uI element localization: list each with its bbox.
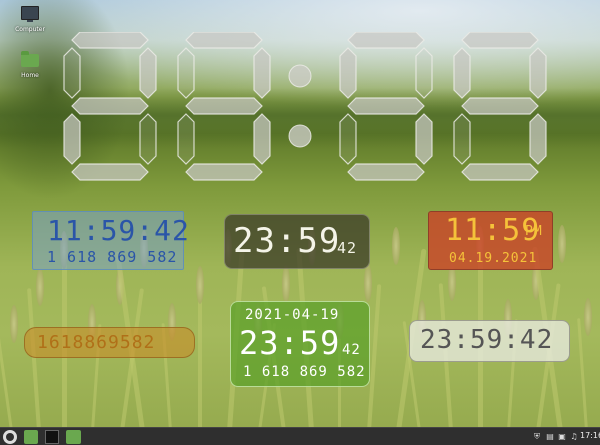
big-digit-3-seg-f — [453, 47, 471, 99]
big-digit-0-seg-b — [139, 47, 157, 99]
wheat-ear — [282, 265, 290, 303]
network-icon[interactable]: ▣ — [557, 431, 567, 442]
wheat-ear — [10, 305, 18, 343]
big-digit-0-seg-d — [71, 163, 149, 181]
taskbar: ⛨ ▤ ▣ ♫ 17:16 — [0, 427, 600, 445]
big-digit-3-seg-a — [461, 31, 539, 49]
desktop-icon-label: Computer — [15, 26, 45, 33]
menu-icon[interactable] — [3, 430, 17, 444]
desktop-wallpaper: Computer Home 11:59:42 1 618 869 582 23:… — [0, 0, 600, 445]
big-digit-2-seg-d — [347, 163, 425, 181]
big-clock-digits — [63, 31, 547, 181]
wheat-ear — [196, 266, 204, 304]
wheat-ear — [558, 225, 566, 263]
big-digit-0-seg-g — [71, 97, 149, 115]
green-clock-widget[interactable]: 2021-04-19 23:59 42 1 618 869 582 — [230, 301, 370, 387]
big-digit-3-seg-c — [529, 113, 547, 165]
green-time: 23:59 — [239, 324, 341, 362]
green-timestamp: 1 618 869 582 — [243, 364, 366, 380]
volume-icon[interactable]: ♫ — [569, 431, 579, 442]
wheat-ear — [36, 268, 44, 306]
big-digit-0-seg-c — [139, 113, 157, 165]
big-colon-dot-0 — [288, 64, 312, 88]
red-clock-widget[interactable]: 11:59 PM 04.19.2021 — [428, 211, 553, 270]
files-icon[interactable] — [66, 430, 81, 444]
taskbar-clock[interactable]: 17:16 — [580, 431, 600, 440]
big-digit-2-seg-e — [339, 113, 357, 165]
green-date: 2021-04-19 — [245, 307, 340, 323]
show-desktop-icon[interactable] — [24, 430, 38, 444]
big-colon-dot-1 — [288, 124, 312, 148]
red-date: 04.19.2021 — [449, 251, 538, 266]
terminal-icon[interactable] — [45, 430, 59, 444]
wheat-stalk — [438, 283, 454, 445]
big-digit-1-seg-g — [185, 97, 263, 115]
wheat-ear — [584, 298, 592, 336]
big-digit-2-seg-g — [347, 97, 425, 115]
big-digit-3-seg-e — [453, 113, 471, 165]
green-seconds: 42 — [342, 342, 361, 358]
big-digit-2-seg-c — [415, 113, 433, 165]
desktop-icon-label: Home — [21, 72, 39, 79]
big-digit-1-seg-b — [253, 47, 271, 99]
wheat-stalk — [577, 318, 589, 445]
shield-icon[interactable]: ⛨ — [532, 431, 542, 442]
big-digit-3-seg-d — [461, 163, 539, 181]
home-folder-icon — [21, 51, 39, 67]
big-digit-3-seg-b — [529, 47, 547, 99]
dark-time: 23:59 — [233, 221, 341, 261]
big-digit-1-seg-d — [185, 163, 263, 181]
big-digit-0-seg-f — [63, 47, 81, 99]
clipboard-icon[interactable]: ▤ — [545, 431, 555, 442]
big-digit-0-seg-a — [71, 31, 149, 49]
blue-time: 11:59:42 — [47, 214, 190, 247]
big-digit-2-seg-f — [339, 47, 357, 99]
amber-clock-widget[interactable]: 1618869582 — [24, 327, 195, 358]
amber-timestamp: 1618869582 — [37, 332, 156, 353]
silver-time: 23:59:42 — [420, 325, 554, 355]
wheat-ear — [392, 227, 400, 265]
dark-clock-widget[interactable]: 23:59 42 — [224, 214, 370, 269]
big-digit-0-seg-e — [63, 113, 81, 165]
big-clock-widget[interactable] — [60, 31, 560, 184]
big-digit-1-seg-a — [185, 31, 263, 49]
desktop-icon-computer[interactable]: Computer — [10, 6, 50, 33]
big-digit-2-seg-b — [415, 47, 433, 99]
wheat-stalk — [198, 286, 202, 445]
wheat-stalk — [27, 288, 42, 445]
desktop-icon-home[interactable]: Home — [10, 51, 50, 79]
big-digit-2-seg-a — [347, 31, 425, 49]
big-digit-1-seg-c — [253, 113, 271, 165]
big-digit-1-seg-f — [177, 47, 195, 99]
red-ampm: PM — [525, 224, 543, 239]
big-digit-3-seg-g — [461, 97, 539, 115]
computer-icon — [21, 6, 39, 22]
dark-seconds: 42 — [337, 239, 358, 257]
silver-clock-widget[interactable]: 23:59:42 — [409, 320, 570, 362]
big-digit-1-seg-e — [177, 113, 195, 165]
wheat-ear — [364, 264, 372, 302]
blue-clock-widget[interactable]: 11:59:42 1 618 869 582 — [32, 211, 189, 270]
blue-timestamp: 1 618 869 582 — [47, 248, 178, 266]
